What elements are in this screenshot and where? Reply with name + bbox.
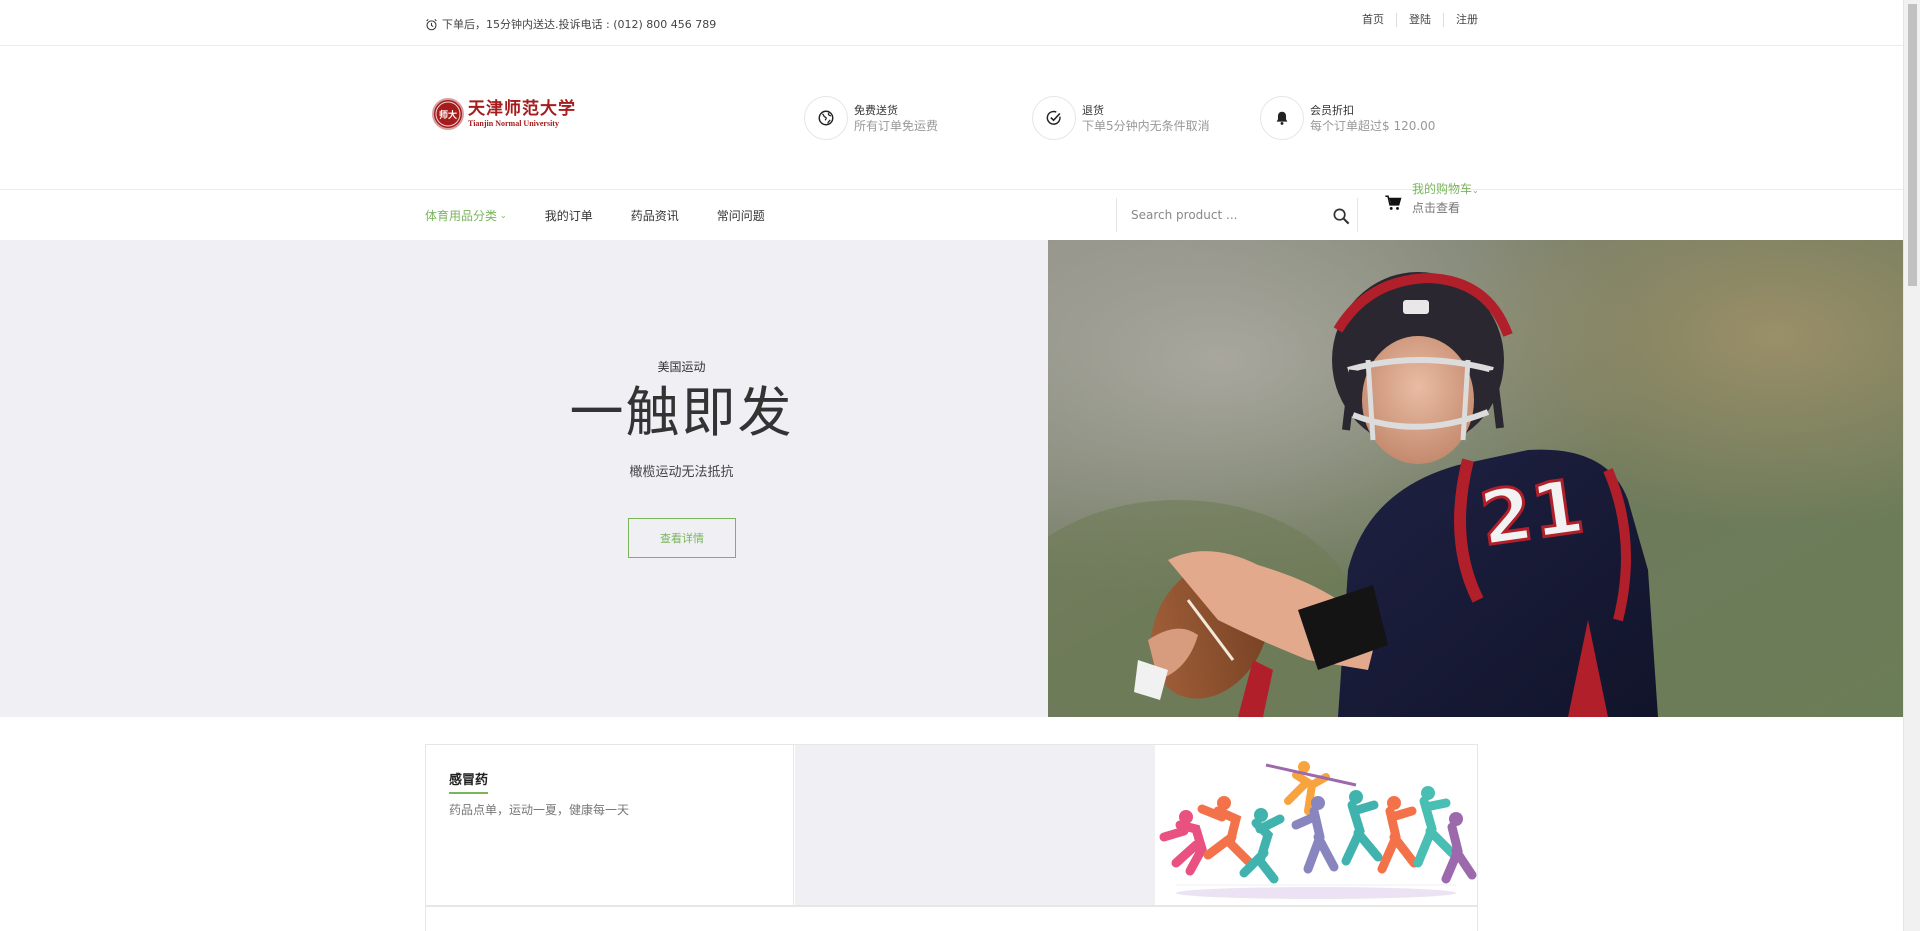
top-links: 首页 登陆 注册 bbox=[1350, 13, 1478, 27]
feature-title: 退货 bbox=[1082, 103, 1104, 117]
hero-slider: 美国运动 一触即发 橄榄运动无法抵抗 查看详情 21 bbox=[0, 240, 1903, 717]
feature-title: 会员折扣 bbox=[1310, 103, 1354, 117]
hero-headline: 一触即发 bbox=[569, 381, 794, 444]
feature-returns: 退货 下单5分钟内无条件取消 bbox=[1032, 96, 1210, 140]
hero-kicker: 美国运动 bbox=[657, 360, 706, 374]
feature-title: 免费送货 bbox=[854, 103, 898, 117]
nav-item-faq[interactable]: 常问问题 bbox=[717, 207, 765, 224]
promo-image-athletes bbox=[1156, 745, 1477, 905]
feature-icon-circle bbox=[1032, 96, 1076, 140]
site-logo[interactable]: 师大 天津师范大学 Tianjin Normal University bbox=[432, 98, 576, 130]
header: 师大 天津师范大学 Tianjin Normal University 免费送货… bbox=[0, 46, 1903, 190]
home-link[interactable]: 首页 bbox=[1350, 13, 1396, 27]
feature-icon-circle bbox=[804, 96, 848, 140]
delivery-notice-text: 下单后，15分钟内送达.投诉电话 : (012) 800 456 789 bbox=[442, 18, 717, 31]
main-navbar: 体育用品分类 ⌄ 我的订单 药品资讯 常问问题 我的购物车⌄ 点击 bbox=[0, 182, 1903, 240]
feature-desc: 下单5分钟内无条件取消 bbox=[1082, 118, 1210, 133]
main-nav: 体育用品分类 ⌄ 我的订单 药品资讯 常问问题 bbox=[425, 190, 803, 240]
feature-desc: 每个订单超过$ 120.00 bbox=[1310, 118, 1436, 133]
promo-description: 药品点单，运动一夏，健康每一天 bbox=[449, 803, 630, 817]
svg-text:21: 21 bbox=[1475, 463, 1589, 562]
feature-desc: 所有订单免运费 bbox=[854, 118, 939, 133]
scrollbar-thumb[interactable] bbox=[1908, 4, 1917, 286]
nav-item-drug-news[interactable]: 药品资讯 bbox=[631, 207, 679, 224]
feature-text: 退货 下单5分钟内无条件取消 bbox=[1082, 103, 1210, 134]
view-details-button[interactable]: 查看详情 bbox=[628, 518, 736, 558]
nav-item-label: 体育用品分类 bbox=[425, 208, 498, 223]
feature-text: 会员折扣 每个订单超过$ 120.00 bbox=[1310, 103, 1435, 134]
feature-member-discount: 会员折扣 每个订单超过$ 120.00 bbox=[1260, 96, 1435, 140]
main-area: 下单后，15分钟内送达.投诉电话 : (012) 800 456 789 首页 … bbox=[0, 0, 1903, 931]
promo-banner-cold-medicine[interactable]: 感冒药 药品点单，运动一夏，健康每一天 bbox=[425, 744, 1478, 906]
cart-sub[interactable]: 点击查看 bbox=[1412, 200, 1479, 217]
hero-text: 美国运动 一触即发 橄榄运动无法抵抗 查看详情 bbox=[560, 240, 803, 717]
cart-icon bbox=[1385, 195, 1402, 210]
svg-text:师大: 师大 bbox=[439, 109, 457, 121]
promo-blank-panel bbox=[795, 745, 1155, 905]
feature-icon-circle bbox=[1260, 96, 1304, 140]
register-link[interactable]: 注册 bbox=[1443, 13, 1478, 27]
search-input[interactable] bbox=[1131, 206, 1321, 224]
seal-emblem-icon: 师大 bbox=[435, 101, 461, 127]
promo-text-panel: 感冒药 药品点单，运动一夏，健康每一天 bbox=[426, 745, 794, 905]
running-athletes-illustration bbox=[1159, 761, 1477, 899]
globe-icon bbox=[818, 110, 834, 126]
search-icon[interactable] bbox=[1332, 207, 1351, 226]
chevron-down-icon: ⌄ bbox=[500, 210, 507, 220]
page-scrollbar[interactable] bbox=[1903, 0, 1920, 931]
hero-subtitle: 橄榄运动无法抵抗 bbox=[629, 465, 734, 480]
football-player-illustration: 21 bbox=[1048, 240, 1903, 717]
shopping-cart[interactable]: 我的购物车⌄ 点击查看 bbox=[1384, 180, 1479, 217]
delivery-notice: 下单后，15分钟内送达.投诉电话 : (012) 800 456 789 bbox=[425, 16, 716, 32]
check-circle-icon bbox=[1046, 110, 1061, 125]
logo-name-en: Tianjin Normal University bbox=[468, 119, 559, 128]
cart-label[interactable]: 我的购物车⌄ bbox=[1412, 180, 1479, 200]
search-box bbox=[1116, 198, 1358, 232]
next-section-edge bbox=[425, 906, 1478, 931]
page: 下单后，15分钟内送达.投诉电话 : (012) 800 456 789 首页 … bbox=[0, 0, 1920, 931]
cart-text: 我的购物车⌄ 点击查看 bbox=[1412, 180, 1479, 217]
feature-text: 免费送货 所有订单免运费 bbox=[854, 103, 938, 134]
bell-icon bbox=[1276, 111, 1288, 125]
nav-item-sports-categories[interactable]: 体育用品分类 ⌄ bbox=[425, 207, 507, 224]
chevron-down-icon: ⌄ bbox=[1472, 186, 1479, 195]
top-bar: 下单后，15分钟内送达.投诉电话 : (012) 800 456 789 首页 … bbox=[0, 0, 1903, 46]
hero-image-football-player: 21 bbox=[1048, 240, 1903, 717]
feature-free-shipping: 免费送货 所有订单免运费 bbox=[804, 96, 938, 140]
logo-name-cn: 天津师范大学 bbox=[468, 99, 576, 119]
university-seal: 师大 bbox=[432, 98, 464, 130]
alarm-clock-icon bbox=[426, 18, 437, 30]
promo-title: 感冒药 bbox=[449, 769, 489, 794]
login-link[interactable]: 登陆 bbox=[1396, 13, 1443, 27]
logo-wordmark: 天津师范大学 Tianjin Normal University bbox=[468, 99, 576, 129]
nav-item-my-orders[interactable]: 我的订单 bbox=[545, 207, 593, 224]
